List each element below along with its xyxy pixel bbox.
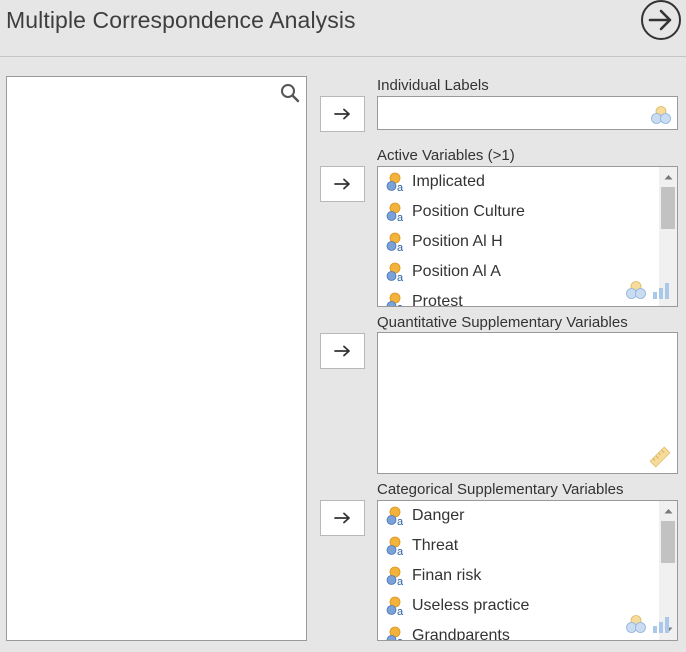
- svg-text:a: a: [397, 212, 404, 222]
- arrow-right-icon: [333, 178, 350, 190]
- list-item-label: Protest: [412, 293, 463, 307]
- active-variables-label: Active Variables (>1): [377, 147, 515, 164]
- nominal-variable-icon: a: [386, 596, 404, 616]
- list-item[interactable]: a Useless practice: [378, 591, 659, 621]
- nominal-variable-icon: a: [386, 536, 404, 556]
- search-icon[interactable]: [280, 83, 300, 108]
- source-variable-list[interactable]: [6, 76, 307, 641]
- arrow-right-icon: [333, 345, 350, 357]
- list-item[interactable]: a Position Al A: [378, 257, 659, 287]
- categorical-supplementary-items: a Danger a Threat a Finan risk a Useless practi…: [378, 501, 659, 641]
- active-variables-items: a Implicated a Position Culture a Position Al…: [378, 167, 659, 307]
- list-item[interactable]: a Position Al H: [378, 227, 659, 257]
- individual-labels-label: Individual Labels: [377, 77, 489, 94]
- list-item-label: Danger: [412, 507, 465, 524]
- scroll-thumb[interactable]: [661, 187, 675, 229]
- nominal-variable-icon: a: [386, 626, 404, 641]
- nominal-variable-icon: a: [386, 292, 404, 307]
- categorical-supplementary-list[interactable]: a Danger a Threat a Finan risk a Useless practi…: [377, 500, 678, 641]
- scale-ruler-icon: [649, 446, 671, 468]
- list-item[interactable]: a Grandparents: [378, 621, 659, 641]
- list-item[interactable]: a Protest: [378, 287, 659, 307]
- scroll-up-icon[interactable]: [659, 169, 677, 185]
- nominal-variable-icon: a: [386, 172, 404, 192]
- move-to-quantitative-supplementary-button[interactable]: [320, 333, 365, 369]
- quantitative-supplementary-list[interactable]: [377, 332, 678, 474]
- page-title: Multiple Correspondence Analysis: [6, 7, 356, 33]
- list-item-label: Position Culture: [412, 203, 525, 220]
- svg-text:a: a: [397, 606, 404, 616]
- nominal-type-icon: [626, 281, 646, 299]
- svg-text:a: a: [397, 272, 404, 282]
- arrow-right-icon: [333, 512, 350, 524]
- list-item[interactable]: a Finan risk: [378, 561, 659, 591]
- nominal-variable-icon: a: [386, 262, 404, 282]
- scroll-thumb[interactable]: [661, 521, 675, 563]
- nominal-type-icon: [626, 615, 646, 633]
- nominal-type-icon: [651, 106, 671, 124]
- svg-text:a: a: [397, 636, 404, 641]
- header-divider: [0, 56, 686, 57]
- ordinal-type-icon: [653, 617, 669, 633]
- move-to-individual-labels-button[interactable]: [320, 96, 365, 132]
- list-item[interactable]: a Implicated: [378, 167, 659, 197]
- move-to-active-variables-button[interactable]: [320, 166, 365, 202]
- move-to-categorical-supplementary-button[interactable]: [320, 500, 365, 536]
- list-item-label: Useless practice: [412, 597, 530, 614]
- svg-text:a: a: [397, 302, 404, 307]
- list-item-label: Grandparents: [412, 627, 510, 641]
- categorical-supplementary-label: Categorical Supplementary Variables: [377, 481, 624, 498]
- individual-labels-field[interactable]: [377, 96, 678, 130]
- quantitative-supplementary-label: Quantitative Supplementary Variables: [377, 314, 628, 331]
- list-item-label: Position Al A: [412, 263, 501, 280]
- list-item[interactable]: a Position Culture: [378, 197, 659, 227]
- nominal-variable-icon: a: [386, 566, 404, 586]
- svg-text:a: a: [397, 516, 404, 526]
- nominal-variable-icon: a: [386, 506, 404, 526]
- svg-text:a: a: [397, 242, 404, 252]
- nominal-variable-icon: a: [386, 232, 404, 252]
- active-variables-list[interactable]: a Implicated a Position Culture a Position Al…: [377, 166, 678, 307]
- arrow-right-icon: [333, 108, 350, 120]
- scroll-up-icon[interactable]: [659, 503, 677, 519]
- ordinal-type-icon: [653, 283, 669, 299]
- svg-text:a: a: [397, 576, 404, 586]
- nominal-variable-icon: a: [386, 202, 404, 222]
- list-item-label: Finan risk: [412, 567, 482, 584]
- list-item-label: Implicated: [412, 173, 485, 190]
- svg-text:a: a: [397, 546, 404, 556]
- list-item[interactable]: a Threat: [378, 531, 659, 561]
- svg-text:a: a: [397, 182, 404, 192]
- arrow-circle-right-icon[interactable]: [641, 0, 681, 40]
- list-item[interactable]: a Danger: [378, 501, 659, 531]
- list-item-label: Threat: [412, 537, 459, 554]
- list-item-label: Position Al H: [412, 233, 503, 250]
